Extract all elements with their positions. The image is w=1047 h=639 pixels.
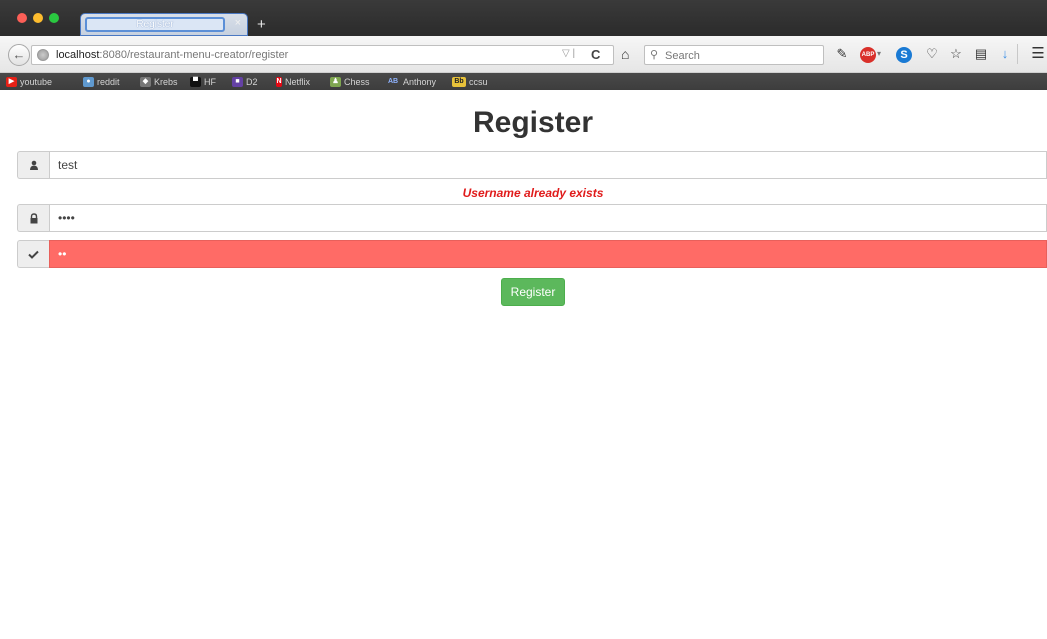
browser-toolbar: ← localhost:8080/restaurant-menu-creator… [0,36,1047,73]
url-text: localhost:8080/restaurant-menu-creator/r… [56,49,288,61]
history-dropdown-icon[interactable]: ▽ | [562,48,575,59]
username-field[interactable]: test [49,151,1047,179]
username-input-group: test [17,151,1047,179]
s-icon[interactable]: S [896,47,912,63]
ccsu-icon: Bb [452,76,466,87]
hf-icon: ▀ [190,76,201,87]
globe-icon [37,49,49,61]
anthony-icon: AB [387,77,399,85]
clipboard-icon[interactable]: ▤ [972,45,990,63]
bookmark-reddit[interactable]: ● reddit [83,75,120,88]
download-icon[interactable]: ↓ [996,45,1014,63]
home-icon[interactable]: ⌂ [621,46,629,62]
bookmark-label: ccsu [469,76,488,87]
bookmark-label: Anthony [403,76,437,87]
bookmark-netflix[interactable]: N Netflix [276,75,310,88]
search-placeholder: Search [665,50,700,62]
close-window-button[interactable] [17,13,27,23]
bookmarks-bar: ▶ youtube ● reddit ◆ Krebs ▀ HF ■ D2 N Netflix… [0,73,1047,90]
url-host: localhost [56,49,100,61]
bookmark-anthony[interactable]: AB Anthony [386,75,436,88]
bookmark-d2[interactable]: ■ D2 [232,75,258,88]
adblock-icon[interactable]: ABP [860,47,876,63]
password-input-group: •••• [17,204,1047,232]
youtube-icon: ▶ [6,76,17,87]
url-path: :8080/restaurant-menu-creator/register [99,49,289,61]
wrench-icon[interactable]: ✎ [833,45,851,63]
check-icon [17,240,49,268]
bookmark-label: Krebs [154,76,178,87]
lock-icon [17,204,49,232]
reddit-icon: ● [83,76,94,87]
bookmark-label: youtube [20,76,53,87]
bookmark-label: HF [204,76,216,87]
password-field[interactable]: •••• [49,204,1047,232]
bookmark-label: Netflix [285,76,311,87]
bookmark-ccsu[interactable]: Bb ccsu [452,75,488,88]
bookmark-krebs[interactable]: ◆ Krebs [140,75,178,88]
user-icon [17,151,49,179]
bookmark-chess[interactable]: ♟ Chess [330,75,370,88]
confirm-password-input-group: •• [17,240,1047,268]
bookmark-label: Chess [344,76,370,87]
maximize-window-button[interactable] [49,13,59,23]
url-bar[interactable]: localhost:8080/restaurant-menu-creator/r… [31,45,614,65]
confirm-password-field[interactable]: •• [49,240,1047,268]
twitch-icon: ■ [232,76,243,87]
browser-tab[interactable]: Register × [80,13,248,36]
netflix-icon: N [276,76,282,87]
krebs-icon: ◆ [140,76,151,87]
toolbar-separator [1017,44,1018,64]
register-page: Register test Username already exists ••… [0,90,1047,639]
back-icon: ← [12,47,26,62]
menu-icon[interactable]: ☰ [1029,45,1047,63]
adblock-dropdown-icon[interactable]: ▾ [877,49,881,58]
search-input[interactable]: ⚲ Search [644,45,824,65]
search-icon: ⚲ [650,49,659,61]
error-message: Username already exists [462,186,604,200]
pocket-icon[interactable]: ♡ [923,45,941,63]
back-button[interactable]: ← [8,44,30,66]
register-button[interactable]: Register [501,278,565,306]
bookmark-youtube[interactable]: ▶ youtube [6,75,52,88]
bookmark-hf[interactable]: ▀ HF [190,75,216,88]
star-icon[interactable]: ☆ [947,45,965,63]
bookmark-label: D2 [246,76,258,87]
tab-title: Register [85,17,225,32]
page-title: Register [472,106,594,139]
minimize-window-button[interactable] [33,13,43,23]
reload-icon[interactable]: C [591,47,600,62]
new-tab-button[interactable]: + [257,17,266,32]
chess-icon: ♟ [330,76,341,87]
tab-close-icon[interactable]: × [235,17,241,29]
browser-titlebar: Register × + [0,0,1047,36]
bookmark-label: reddit [97,76,120,87]
